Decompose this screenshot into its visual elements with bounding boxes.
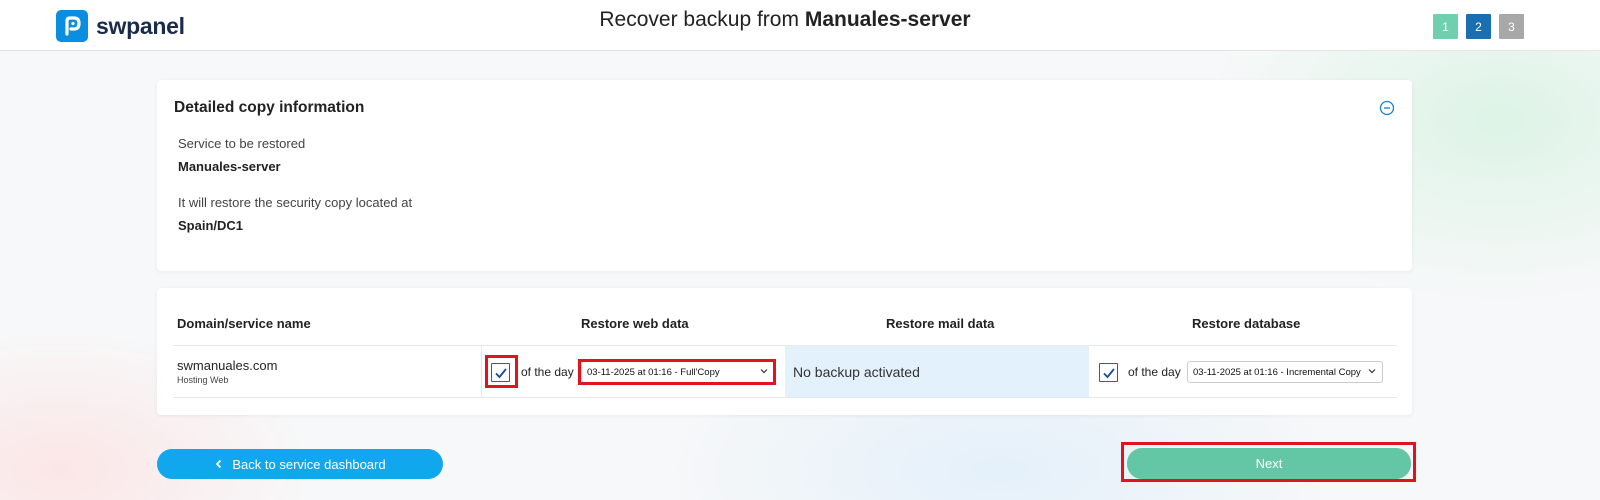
page-title: Recover backup from Manuales-server [0, 8, 1570, 32]
wizard-steps: 1 2 3 [1433, 14, 1524, 39]
mail-status: No backup activated [785, 346, 1089, 397]
header-domain: Domain/service name [177, 316, 311, 331]
domain-type: Hosting Web [177, 375, 229, 385]
location-label: It will restore the security copy locate… [178, 195, 413, 210]
next-button-label: Next [1255, 456, 1283, 471]
db-backup-select[interactable]: 03-11-2025 at 01:16 - Incremental Copy [1187, 361, 1383, 383]
back-button-label: Back to service dashboard [232, 456, 386, 472]
page-title-prefix: Recover backup from [599, 8, 799, 31]
domain-name: swmanuales.com [177, 358, 278, 373]
column-divider [481, 346, 482, 397]
service-label: Service to be restored [178, 136, 306, 151]
db-of-day-label: of the day [1128, 365, 1181, 379]
highlight-web-checkbox [485, 355, 518, 388]
step-1: 1 [1433, 14, 1458, 39]
table-row-divider [173, 397, 1397, 398]
next-button[interactable]: Next [1127, 448, 1411, 479]
db-checkbox[interactable] [1099, 363, 1118, 382]
back-to-dashboard-button[interactable]: Back to service dashboard [157, 449, 443, 479]
step-3: 3 [1499, 14, 1524, 39]
header-web: Restore web data [581, 316, 689, 331]
chevron-left-icon [216, 459, 222, 469]
minus-circle-icon[interactable] [1379, 100, 1395, 116]
header-mail: Restore mail data [886, 316, 995, 331]
copy-info-title: Detailed copy information [174, 99, 365, 116]
web-of-day-label: of the day [521, 365, 574, 379]
location-value: Spain/DC1 [178, 218, 244, 233]
checkmark-icon [1102, 367, 1115, 378]
restore-table-card: Domain/service name Restore web data Res… [157, 288, 1412, 415]
page-title-server: Manuales-server [804, 8, 971, 31]
service-value: Manuales-server [178, 159, 281, 174]
highlight-web-select [578, 359, 776, 385]
chevron-down-icon [1368, 369, 1376, 374]
step-2: 2 [1466, 14, 1491, 39]
header-db: Restore database [1192, 316, 1301, 331]
copy-info-card: Detailed copy information Service to be … [157, 80, 1412, 271]
db-backup-selected: 03-11-2025 at 01:16 - Incremental Copy [1193, 366, 1361, 378]
top-bar: swpanel Recover backup from Manuales-ser… [0, 0, 1600, 51]
